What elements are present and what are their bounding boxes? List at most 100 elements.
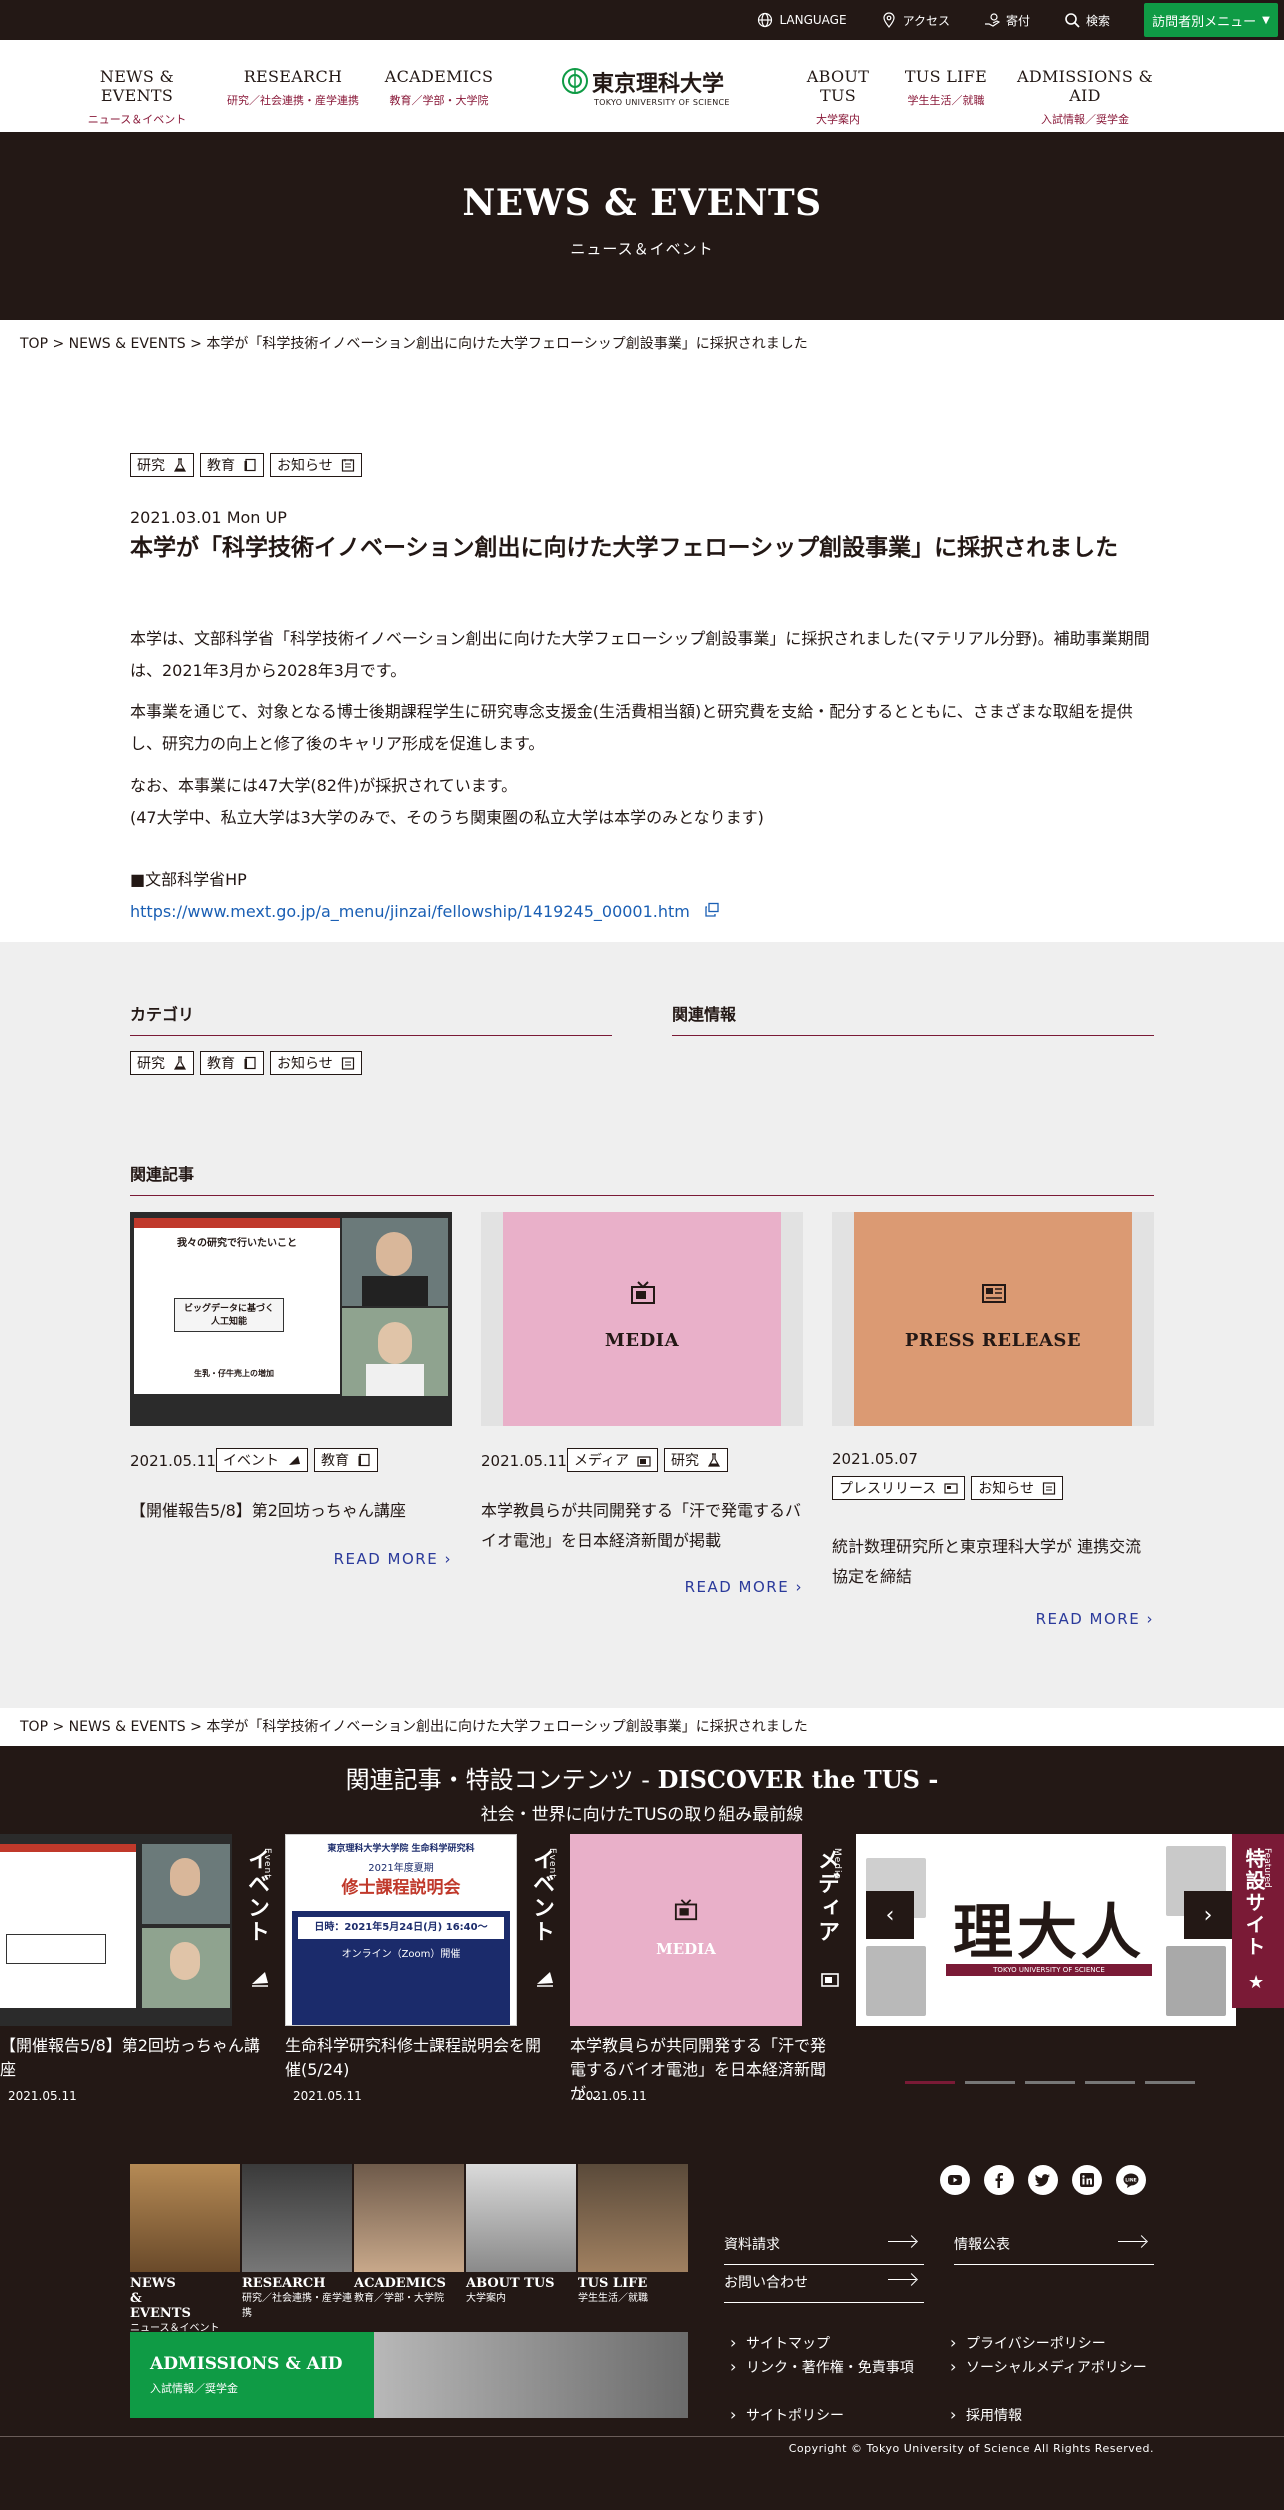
line-link[interactable]: LINE <box>1116 2165 1146 2195</box>
category-tag-education[interactable]: 教育 <box>200 1051 264 1075</box>
nav-academics[interactable]: ACADEMICS 教育／学部・大学院 <box>380 67 498 108</box>
carousel-dot[interactable] <box>965 2081 1015 2084</box>
slide-caption: 生命科学研究科修士課程説明会を開催(5/24) <box>285 2036 542 2079</box>
footer-sublink-social-policy[interactable]: ソーシャルメディアポリシー <box>950 2357 1156 2378</box>
tv-icon <box>631 1281 655 1304</box>
visitor-menu-button[interactable]: 訪問者別メニュー ▼ <box>1144 3 1278 37</box>
carousel-dot[interactable] <box>1145 2081 1195 2084</box>
footer-link-disclosure[interactable]: 情報公表 <box>954 2234 1154 2265</box>
footer-link-request[interactable]: 資料請求 <box>724 2234 924 2265</box>
mext-hp-link[interactable]: https://www.mext.go.jp/a_menu/jinzai/fel… <box>130 902 690 921</box>
nav-jp-label: 教育／学部・大学院 <box>389 94 489 107</box>
language-link[interactable]: LANGUAGE <box>757 12 847 28</box>
read-more-link[interactable]: READ MORE › <box>685 1578 803 1596</box>
footer-tile-en: ACADEMICS <box>354 2276 446 2291</box>
footer-sublink-sitemap[interactable]: サイトマップ <box>730 2333 830 2354</box>
footer-link-contact[interactable]: お問い合わせ <box>724 2272 924 2303</box>
youtube-link[interactable] <box>940 2165 970 2195</box>
tag-education[interactable]: 教育 <box>200 453 264 477</box>
tag-press-release[interactable]: プレスリリース <box>832 1476 966 1500</box>
carousel-dot[interactable] <box>1025 2081 1075 2084</box>
tag-research[interactable]: 研究 <box>664 1448 729 1472</box>
nav-about-tus[interactable]: ABOUT TUS 大学案内 <box>790 67 886 127</box>
category-tag-notice[interactable]: お知らせ <box>270 1051 362 1075</box>
related-article-card[interactable]: PRESS RELEASE 2021.05.07 プレスリリース お知らせ 統計… <box>832 1212 1154 1628</box>
read-more-link[interactable]: READ MORE › <box>1036 1610 1154 1628</box>
arrow-right-icon <box>888 2279 916 2280</box>
tag-event[interactable]: イベント <box>216 1448 308 1472</box>
tag-notice[interactable]: お知らせ <box>270 453 362 477</box>
logo-subtitle: TOKYO UNIVERSITY OF SCIENCE <box>594 98 730 107</box>
twitter-icon <box>1034 2174 1050 2187</box>
footer-tile-jp: 大学案内 <box>466 2293 506 2304</box>
related-article-card[interactable]: MEDIA 2021.05.11 メディア 研究 本学教員らが共同開発する「汗で… <box>481 1212 803 1596</box>
nav-research[interactable]: RESEARCH 研究／社会連携・産学連携 <box>220 67 366 108</box>
category-tag-research[interactable]: 研究 <box>130 1051 194 1075</box>
read-more-link[interactable]: READ MORE › <box>334 1550 452 1568</box>
carousel-dot[interactable] <box>1085 2081 1135 2084</box>
carousel-dot-active[interactable] <box>905 2081 955 2084</box>
carousel-next-button[interactable]: › <box>1184 1891 1232 1939</box>
linkedin-link[interactable] <box>1072 2165 1102 2195</box>
footer-sublink-sitepolicy[interactable]: サイトポリシー <box>730 2405 844 2426</box>
footer-sublink-recruit[interactable]: 採用情報 <box>950 2405 1022 2426</box>
nav-jp-label: 入試情報／奨学金 <box>1041 113 1129 126</box>
chevron-right-icon: › <box>1146 1610 1154 1628</box>
article-title: 本学教員らが共同開発する「汗で発電するバイオ電池」を日本経済新聞が掲載 <box>481 1501 802 1550</box>
slide-header-bar <box>0 1844 136 1852</box>
nav-news-events[interactable]: NEWS & EVENTS ニュース＆イベント <box>70 67 204 127</box>
discover-title: 関連記事・特設コンテンツ - DISCOVER the TUS - <box>0 1760 1284 1795</box>
line-icon-text: LINE <box>1125 2178 1136 2184</box>
slide-text: ビッグデータに基づく <box>183 1304 274 1314</box>
facebook-link[interactable] <box>984 2165 1014 2195</box>
footer-tile-research[interactable] <box>242 2164 352 2272</box>
flask-icon <box>173 1056 187 1070</box>
tag-education[interactable]: 教育 <box>314 1448 378 1472</box>
slide-category-en: Event <box>262 1848 272 1879</box>
carousel-prev-button[interactable]: ‹ <box>866 1891 914 1939</box>
site-logo[interactable]: 東京理科大学 TOKYO UNIVERSITY OF SCIENCE <box>562 66 729 112</box>
footer-tile-label: NEWS & EVENTS ニュース＆イベント <box>130 2276 220 2336</box>
slide-text: 人工知能 <box>210 1317 247 1327</box>
breadcrumb[interactable]: TOP > NEWS & EVENTS > 本学が「科学技術イノベーション創出に… <box>20 333 808 353</box>
article-date: 2021.03.01 Mon UP <box>130 508 287 527</box>
footer-tile-academics[interactable] <box>354 2164 464 2272</box>
external-link-icon[interactable] <box>704 902 720 918</box>
footer-link-label: 情報公表 <box>954 2237 1010 2253</box>
slide-category-bar: 特設サイト Featured ★ <box>1232 1834 1284 2008</box>
tag-media[interactable]: メディア <box>567 1448 659 1472</box>
footer-tile-news[interactable] <box>130 2164 240 2272</box>
slide-category-en: Featured <box>1262 1848 1272 1888</box>
tag-notice[interactable]: お知らせ <box>971 1476 1064 1500</box>
article-paragraph: 本学は、文部科学省「科学技術イノベーション創出に向けた大学フェローシップ創設事業… <box>130 629 1150 680</box>
search-link[interactable]: 検索 <box>1064 12 1110 29</box>
poster-text: オンライン（Zoom）開催 <box>341 1949 461 1960</box>
tag-label: メディア <box>574 1453 630 1469</box>
nav-tus-life[interactable]: TUS LIFE 学生生活／就職 <box>900 67 992 108</box>
nav-admissions[interactable]: ADMISSIONS & AID 入試情報／奨学金 <box>1006 67 1164 127</box>
footer-tile-about[interactable] <box>466 2164 576 2272</box>
footer-tile-life[interactable] <box>578 2164 688 2272</box>
footer-admissions-banner[interactable]: ADMISSIONS & AID 入試情報／奨学金 <box>130 2332 688 2418</box>
admissions-jp: 入試情報／奨学金 <box>150 2382 238 2395</box>
access-link[interactable]: アクセス <box>881 12 950 29</box>
article-tags: プレスリリース お知らせ <box>832 1476 1064 1500</box>
poster-text: 修士課程説明会 <box>341 1878 461 1898</box>
tag-research[interactable]: 研究 <box>130 453 194 477</box>
footer-sublink-privacy[interactable]: プライバシーポリシー <box>950 2333 1106 2354</box>
breadcrumb-bottom[interactable]: TOP > NEWS & EVENTS > 本学が「科学技術イノベーション創出に… <box>20 1716 808 1736</box>
linkedin-icon <box>1080 2173 1094 2187</box>
tag-label: イベント <box>223 1453 279 1469</box>
footer-sublink-copyright[interactable]: リンク・著作権・免責事項 <box>730 2357 914 2378</box>
donation-link[interactable]: 寄付 <box>984 12 1030 29</box>
poster-info-block: 日時：2021年5月24日(月) 16:40〜 オンライン（Zoom）開催 <box>292 1911 510 2025</box>
tag-label: 研究 <box>671 1453 700 1469</box>
poster-text: 東京理科大学大学院 生命科学研究科 <box>327 1844 475 1854</box>
megaphone-icon <box>252 1972 268 1987</box>
related-article-card[interactable]: 我々の研究で行いたいこと ビッグデータに基づく 人工知能 生乳・仔牛売上の増加 2… <box>130 1212 452 1568</box>
line-icon: LINE <box>1123 2173 1139 2188</box>
media-placeholder: MEDIA <box>503 1212 781 1426</box>
slide-screenshot: 我々の研究で行いたいこと ビッグデータに基づく 人工知能 生乳・仔牛売上の増加 <box>134 1218 340 1394</box>
twitter-link[interactable] <box>1028 2165 1058 2195</box>
read-more-label: READ MORE <box>1035 1610 1141 1628</box>
